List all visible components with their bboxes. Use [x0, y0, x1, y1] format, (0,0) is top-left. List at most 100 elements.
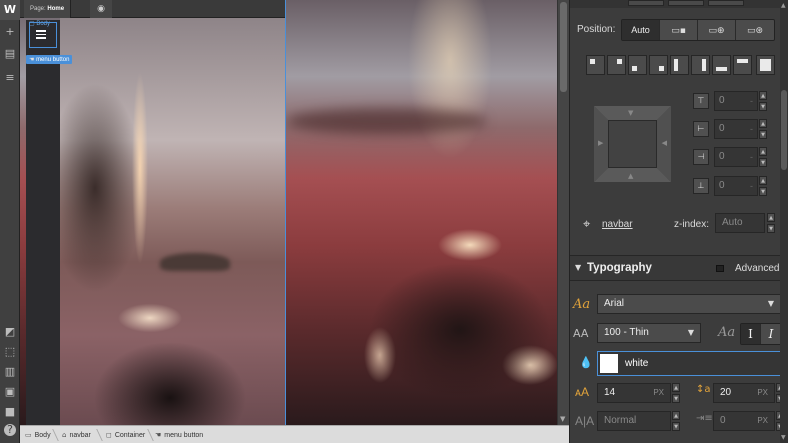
help-icon[interactable]: ?: [4, 424, 16, 436]
typography-section-header[interactable]: ▼ Typography Advanced: [570, 255, 781, 281]
pos-fill-button[interactable]: [756, 55, 775, 75]
text-indent-input[interactable]: 0 PX: [713, 411, 775, 431]
site-preview[interactable]: Page: Home ◉ ▢ Body ☚ menu button: [20, 0, 286, 425]
line-height-input[interactable]: 20 PX: [713, 383, 775, 403]
offset-left-value: 0: [719, 123, 725, 134]
position-auto-button[interactable]: Auto: [622, 20, 660, 40]
advanced-toggle[interactable]: [716, 265, 724, 272]
stepper-up-icon[interactable]: ▲: [759, 91, 767, 100]
page-switcher[interactable]: Page: Home: [24, 0, 72, 18]
page-prefix: Page:: [30, 6, 46, 12]
offset-right-input[interactable]: 0-: [714, 147, 758, 167]
hero-image: [60, 18, 285, 425]
app-logo[interactable]: W: [0, 0, 20, 20]
pos-top-full-button[interactable]: [733, 55, 752, 75]
video-icon[interactable]: ■: [4, 406, 16, 418]
panel-scrollbar[interactable]: ▲ ▼: [780, 0, 788, 443]
stepper-down-icon[interactable]: ▼: [759, 158, 767, 167]
scroll-down-icon[interactable]: ▼: [560, 415, 565, 423]
offset-bottom-row: ⊥ 0- ▲ ▼: [693, 176, 767, 196]
pos-top-left-button[interactable]: [586, 55, 605, 75]
hand-icon: ☚: [155, 431, 162, 439]
stepper-down-icon[interactable]: ▼: [759, 102, 767, 111]
settings-icon[interactable]: ▣: [4, 386, 16, 398]
pos-top-right-button[interactable]: [607, 55, 626, 75]
pos-left-full-button[interactable]: [670, 55, 689, 75]
eye-icon[interactable]: ◉: [90, 0, 112, 18]
text-indent-unit: PX: [757, 416, 768, 425]
display-option-b[interactable]: [668, 0, 704, 6]
font-family-icon: Aa: [573, 297, 591, 312]
canvas-scrollbar[interactable]: ▼: [557, 0, 569, 425]
offset-top-stepper[interactable]: ▲ ▼: [759, 91, 767, 111]
font-weight-select[interactable]: 100 - Thin ▼: [597, 323, 701, 343]
offset-bottom-input[interactable]: 0-: [714, 176, 758, 196]
relative-to-link[interactable]: navbar: [602, 219, 633, 230]
hamburger-icon[interactable]: [36, 30, 46, 39]
stepper-down-icon[interactable]: ▼: [672, 422, 680, 431]
stepper-up-icon[interactable]: ▲: [672, 411, 680, 420]
crumb-container[interactable]: ◻ Container: [106, 426, 145, 443]
add-icon[interactable]: +: [4, 26, 16, 38]
zindex-stepper[interactable]: ▲ ▼: [767, 213, 775, 235]
offset-left-input[interactable]: 0-: [714, 119, 758, 139]
offset-right-stepper[interactable]: ▲ ▼: [759, 147, 767, 167]
pos-bottom-right-button[interactable]: [649, 55, 668, 75]
stepper-down-icon[interactable]: ▼: [767, 224, 775, 233]
pages-icon[interactable]: ▤: [4, 48, 16, 60]
position-mode-group: Auto ▭▪ ▭⊕ ▭⊛: [621, 19, 775, 41]
stepper-up-icon[interactable]: ▲: [759, 147, 767, 156]
select-icon[interactable]: ◩: [4, 326, 16, 338]
letter-spacing-input[interactable]: Normal: [597, 411, 671, 431]
stepper-down-icon[interactable]: ▼: [759, 130, 767, 139]
display-option-a[interactable]: [628, 0, 664, 6]
scroll-up-icon[interactable]: ▲: [781, 2, 786, 9]
line-height-unit: PX: [757, 388, 768, 397]
box-center: [608, 120, 657, 168]
position-fixed-button[interactable]: ▭⊛: [736, 20, 774, 40]
stepper-up-icon[interactable]: ▲: [767, 213, 775, 222]
zindex-input[interactable]: Auto: [715, 213, 765, 233]
panel-scroll-thumb[interactable]: [781, 90, 787, 170]
crosshair-icon: ⌖: [583, 217, 591, 232]
font-style-italic-button[interactable]: I: [761, 324, 781, 344]
offset-top-input[interactable]: 0-: [714, 91, 758, 111]
styles-icon[interactable]: ▥: [4, 366, 16, 378]
collapse-icon[interactable]: ▼: [575, 263, 581, 272]
stepper-down-icon[interactable]: ▼: [759, 187, 767, 196]
font-size-input[interactable]: 14 PX: [597, 383, 671, 403]
font-style-normal-button[interactable]: I: [741, 324, 761, 344]
position-absolute-button[interactable]: ▭⊕: [698, 20, 736, 40]
offset-left-row: ⊢ 0- ▲ ▼: [693, 119, 767, 139]
offset-left-stepper[interactable]: ▲ ▼: [759, 119, 767, 139]
container-icon: ◻: [106, 431, 112, 439]
position-box-widget[interactable]: ▼ ▲ ▶ ◀: [594, 106, 671, 182]
offset-bottom-stepper[interactable]: ▲ ▼: [759, 176, 767, 196]
stepper-down-icon[interactable]: ▼: [672, 394, 680, 403]
text-indent-value: 0: [720, 415, 726, 426]
pos-right-full-button[interactable]: [691, 55, 710, 75]
line-height-icon: ↕a: [696, 384, 711, 395]
stepper-up-icon[interactable]: ▲: [759, 119, 767, 128]
text-color-input[interactable]: white: [597, 351, 782, 376]
display-option-c[interactable]: [708, 0, 744, 6]
crumb-menu-button[interactable]: ☚ menu button: [155, 426, 203, 443]
navbar[interactable]: [26, 20, 60, 425]
stepper-up-icon[interactable]: ▲: [759, 176, 767, 185]
font-size-stepper[interactable]: ▲ ▼: [672, 383, 680, 405]
letter-spacing-stepper[interactable]: ▲ ▼: [672, 411, 680, 433]
canvas-scroll-thumb[interactable]: [560, 2, 567, 92]
assets-icon[interactable]: ≡: [4, 72, 16, 84]
color-swatch[interactable]: [600, 354, 618, 373]
design-canvas[interactable]: Page: Home ◉ ▢ Body ☚ menu button ▼: [20, 0, 569, 425]
scroll-down-icon[interactable]: ▼: [781, 434, 786, 441]
interactions-icon[interactable]: ⬚: [4, 346, 16, 358]
pos-bottom-left-button[interactable]: [628, 55, 647, 75]
font-family-select[interactable]: Arial ▼: [597, 294, 781, 314]
stepper-up-icon[interactable]: ▲: [672, 383, 680, 392]
pos-bottom-full-button[interactable]: [712, 55, 731, 75]
advanced-label[interactable]: Advanced: [735, 263, 779, 274]
position-relative-button[interactable]: ▭▪: [660, 20, 698, 40]
arrow-right-icon: ▶: [598, 139, 604, 147]
crumb-navbar[interactable]: ⌂ navbar: [62, 426, 91, 443]
